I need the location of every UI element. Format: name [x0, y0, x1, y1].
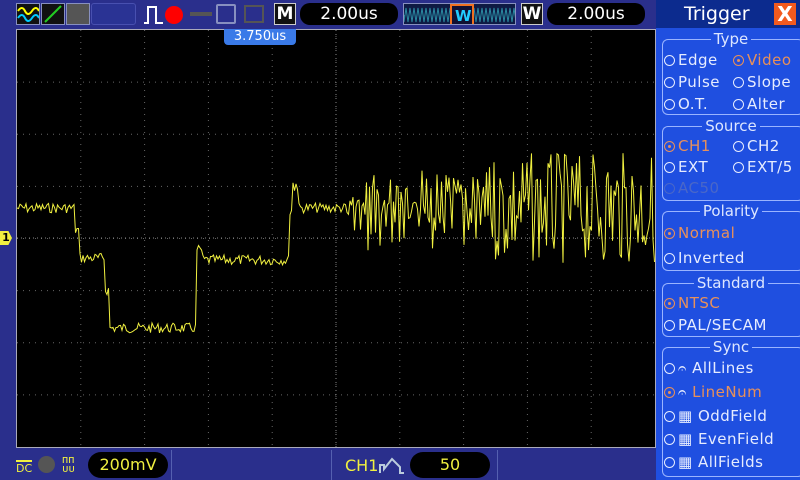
type-slope-radio[interactable]: Slope — [733, 73, 791, 91]
trigger-source-label: CH1 — [345, 456, 379, 475]
video-sync-icon — [378, 455, 408, 479]
trigger-menu-panel: Trigger X Type Edge Video Pulse Slope O.… — [656, 0, 800, 480]
source-ch1-radio[interactable]: CH1 — [664, 137, 711, 155]
line-sync-icon: 𝄐 — [678, 383, 693, 401]
bandwidth-limit-icon — [38, 456, 55, 473]
close-button[interactable]: X — [774, 3, 796, 25]
field-sync-icon: ▦ — [678, 407, 698, 425]
window-overview[interactable]: W — [403, 3, 516, 25]
record-icon[interactable] — [165, 6, 183, 24]
channel-waves-icon[interactable] — [16, 3, 40, 25]
type-ot-radio[interactable]: O.T. — [664, 95, 708, 113]
trigger-line-number[interactable]: 50 — [410, 452, 490, 478]
type-title: Type — [710, 30, 752, 48]
source-title: Source — [702, 117, 760, 135]
source-ext5-radio[interactable]: EXT/5 — [733, 158, 793, 176]
window-timebase[interactable]: 2.00us — [547, 3, 645, 25]
waveform-plot — [16, 30, 655, 447]
sync-linenum-radio[interactable]: 𝄐 LineNum — [664, 383, 762, 401]
svg-text:W: W — [455, 7, 472, 25]
field-sync-icon: ▦ — [678, 430, 698, 448]
type-alter-radio[interactable]: Alter — [733, 95, 785, 113]
ref-icon[interactable] — [66, 3, 90, 25]
type-pulse-radio[interactable]: Pulse — [664, 73, 720, 91]
coupling-dc-icon[interactable]: DC — [16, 460, 33, 475]
volts-per-div[interactable]: 200mV — [88, 452, 168, 478]
type-edge-radio[interactable]: Edge — [664, 51, 718, 69]
invert-icon: ᴨᴨ ᴜᴜ — [62, 453, 75, 475]
trigger-pulse-icon — [143, 4, 165, 28]
sync-title: Sync — [709, 338, 753, 356]
field-sync-icon: ▦ — [678, 453, 698, 471]
sync-allfields-radio[interactable]: ▦ AllFields — [664, 453, 764, 471]
sync-oddfield-radio[interactable]: ▦ OddField — [664, 407, 767, 425]
waveform-display[interactable] — [16, 29, 656, 448]
empty-slot — [91, 3, 136, 25]
math-line-icon[interactable] — [41, 3, 65, 25]
source-ch2-radio[interactable]: CH2 — [733, 137, 780, 155]
type-video-radio[interactable]: Video — [733, 51, 792, 69]
polarity-inverted-radio[interactable]: Inverted — [664, 249, 745, 267]
main-timebase[interactable]: 2.00us — [300, 3, 398, 25]
main-mode-badge[interactable]: M — [274, 3, 296, 25]
key-icon — [190, 12, 212, 16]
polarity-normal-radio[interactable]: Normal — [664, 224, 735, 242]
sync-alllines-radio[interactable]: 𝄐 AllLines — [664, 359, 754, 377]
standard-title: Standard — [693, 274, 769, 292]
line-sync-icon: 𝄐 — [678, 359, 693, 377]
window-mode-badge[interactable]: W — [521, 3, 543, 25]
source-ac50-radio: AC50 — [664, 179, 720, 197]
save-icon[interactable] — [216, 4, 236, 24]
trigger-position-marker[interactable]: 3.750us — [224, 29, 296, 45]
standard-pal-radio[interactable]: PAL/SECAM — [664, 316, 767, 334]
sync-evenfield-radio[interactable]: ▦ EvenField — [664, 430, 774, 448]
source-ext-radio[interactable]: EXT — [664, 158, 708, 176]
channel1-ground-marker[interactable]: 1 — [0, 231, 12, 245]
standard-ntsc-radio[interactable]: NTSC — [664, 294, 720, 312]
print-icon — [244, 5, 264, 23]
polarity-title: Polarity — [699, 202, 763, 220]
